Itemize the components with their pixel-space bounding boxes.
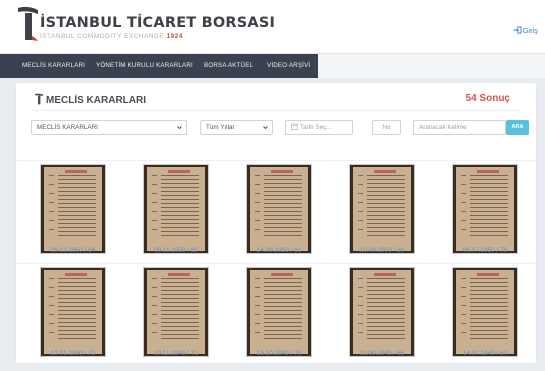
document-stamp: [374, 170, 396, 173]
document-page-image: [353, 167, 411, 251]
nav-item-borsa-aktuel[interactable]: BORSA AKTÜEL: [204, 54, 253, 78]
document-thumbnail[interactable]: [452, 267, 518, 357]
document-stamp: [374, 273, 396, 276]
document-thumbnail[interactable]: [246, 164, 312, 254]
document-caption[interactable]: 10.08.1950 / 80: [332, 247, 432, 254]
logo-subtitle-text: İSTANBUL COMMODITY EXCHANGE: [40, 33, 165, 40]
decision-no-placeholder: No: [382, 124, 391, 131]
document-thumbnail[interactable]: [246, 267, 312, 357]
document-stamp: [168, 273, 190, 276]
document-caption[interactable]: 12.01.1950 / 73: [23, 350, 123, 357]
document-page-image: [147, 167, 205, 251]
itb-logo-icon[interactable]: [17, 6, 39, 42]
login-link[interactable]: Giriş: [513, 26, 538, 35]
result-count: 54 Sonuç: [465, 93, 510, 104]
chevron-down-icon: [177, 126, 182, 130]
document-thumbnail[interactable]: [143, 267, 209, 357]
logo-subtitle: İSTANBUL COMMODITY EXCHANGE 1924: [40, 33, 183, 40]
panel-title: MECLİS KARARLARI: [35, 93, 146, 106]
document-caption[interactable]: 14.09.1950 / 81: [229, 247, 329, 254]
document-stamp: [65, 170, 87, 173]
keyword-input[interactable]: Aranacak Kelime: [413, 120, 506, 135]
category-select-value: MECLİS KARARLARI: [37, 124, 98, 131]
document-caption[interactable]: 29.12.1950 / 84: [23, 247, 123, 254]
document-stamp: [168, 170, 190, 173]
document-page-image: [250, 270, 308, 354]
row-divider: [16, 263, 536, 264]
chevron-down-icon: [263, 126, 268, 130]
document-stamp: [477, 273, 499, 276]
document-thumbnail[interactable]: [40, 164, 106, 254]
document-caption[interactable]: 06.07.1950 / 79: [435, 247, 535, 254]
main-nav: MECLİS KARARLARI YÖNETİM KURULU KARARLAR…: [0, 54, 545, 78]
divider: [30, 110, 520, 111]
category-select[interactable]: MECLİS KARARLARI: [31, 120, 187, 135]
year-select[interactable]: Tüm Yıllar: [200, 120, 273, 135]
year-select-value: Tüm Yıllar: [206, 124, 235, 131]
document-caption[interactable]: 09.11.1950 / 83: [126, 247, 226, 254]
document-page-image: [353, 270, 411, 354]
panel-title-text: MECLİS KARARLARI: [46, 95, 146, 106]
document-thumbnail[interactable]: [349, 267, 415, 357]
logo-title[interactable]: İSTANBUL TİCARET BORSASI: [40, 15, 275, 31]
document-page-image: [456, 270, 514, 354]
nav-item-meclis-kararlari[interactable]: MECLİS KARARLARI: [22, 54, 85, 78]
keyword-placeholder: Aranacak Kelime: [419, 124, 467, 131]
logo-year: 1924: [166, 33, 183, 40]
document-caption[interactable]: 10.11.1949 / 71: [126, 350, 226, 357]
itb-logo-icon: [35, 93, 43, 105]
search-button[interactable]: ARA: [506, 120, 529, 135]
results-panel: MECLİS KARARLARI 54 Sonuç MECLİS KARARLA…: [16, 83, 536, 363]
decision-no-input[interactable]: No: [372, 120, 401, 135]
document-thumbnail[interactable]: [40, 267, 106, 357]
date-picker-input[interactable]: Tarih Seç...: [285, 120, 353, 135]
document-page-image: [147, 270, 205, 354]
grid-divider: [16, 160, 536, 161]
site-header: İSTANBUL TİCARET BORSASI İSTANBUL COMMOD…: [0, 0, 545, 54]
document-caption[interactable]: 13.10.1949 / 70: [229, 350, 329, 357]
document-page-image: [250, 167, 308, 251]
nav-item-yonetim-kurulu-kararlari[interactable]: YÖNETİM KURULU KARARLARI: [96, 54, 193, 78]
document-page-image: [456, 167, 514, 251]
nav-item-video-arsivi[interactable]: VİDEO ARŞİVİ: [267, 54, 310, 78]
document-page-image: [44, 270, 102, 354]
document-thumbnail[interactable]: [143, 164, 209, 254]
document-stamp: [477, 170, 499, 173]
document-stamp: [271, 170, 293, 173]
calendar-icon: [291, 123, 298, 130]
date-picker-placeholder: Tarih Seç...: [300, 124, 332, 131]
document-caption[interactable]: 14.07.1949 / 67: [435, 350, 535, 357]
document-stamp: [271, 273, 293, 276]
document-page-image: [44, 167, 102, 251]
document-thumbnail[interactable]: [452, 164, 518, 254]
document-stamp: [65, 273, 87, 276]
login-label: Giriş: [522, 26, 538, 35]
document-thumbnail[interactable]: [349, 164, 415, 254]
sign-in-icon: [513, 26, 522, 34]
document-caption[interactable]: 11.08.1949 / 68: [332, 350, 432, 357]
